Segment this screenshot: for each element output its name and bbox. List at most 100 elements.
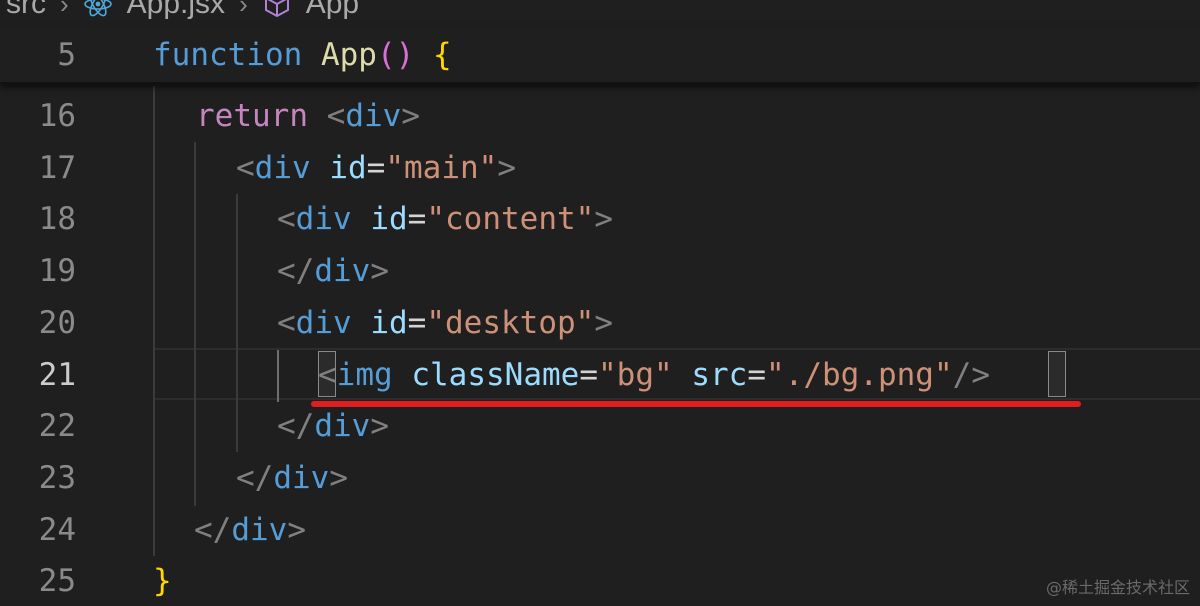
code-line[interactable]: 22 </div> [0,400,1200,452]
code-token: className [411,356,580,393]
code-token: < [277,201,296,238]
code-token: App [320,37,377,73]
code-token: = [747,356,766,393]
sticky-code-line[interactable]: function App() { [153,37,452,73]
code-text: </div> [277,253,389,289]
code-token: } [153,563,172,600]
cube-icon [262,0,292,19]
line-number: 23 [38,459,76,496]
code-token: < [318,356,337,393]
code-token: function [153,37,303,73]
code-line[interactable]: 18 <div id="content"> [0,193,1200,245]
react-icon [83,0,113,19]
code-token: id [370,201,408,238]
code-token: > [594,201,613,238]
code-token: div [295,201,352,238]
code-token: > [497,149,516,186]
code-token: "./bg.png" [766,356,953,393]
code-token: < [236,149,255,186]
code-token: > [287,511,306,548]
code-token: "content" [426,201,595,238]
code-token: div [273,459,330,496]
code-token: </ [236,459,274,496]
line-number: 19 [38,253,76,290]
code-line[interactable]: 19 </div> [0,245,1200,297]
code-token: </ [277,408,315,445]
code-token: id [370,304,408,341]
red-underline-annotation [311,401,1081,407]
breadcrumb-folder[interactable]: src [6,0,46,21]
code-token: id [329,149,367,186]
code-text: </div> [236,460,348,496]
code-token: </ [277,253,315,290]
code-token: div [314,253,371,290]
code-line[interactable]: 21 <img className="bg" src="./bg.png"/> [0,349,1200,401]
code-text: return <div> [196,98,420,134]
line-number: 22 [38,408,76,445]
code-token: > [594,304,613,341]
code-token: = [407,201,427,238]
breadcrumb-separator-icon: › [239,0,248,19]
line-number: 20 [38,304,76,341]
code-line[interactable]: 23 </div> [0,452,1200,504]
breadcrumb-separator-icon: › [60,0,69,19]
code-token: / [952,356,972,393]
code-token: "main" [385,149,498,186]
line-number: 17 [38,149,76,186]
code-token: > [370,253,389,290]
code-text: } [153,563,172,599]
code-token: < [277,304,296,341]
breadcrumb: src › App.jsx › App [0,0,1200,26]
code-token: = [407,304,427,341]
code-line[interactable]: 16 return <div> [0,90,1200,142]
breadcrumb-symbol[interactable]: App [306,0,359,21]
code-line[interactable]: 25} [0,555,1200,606]
sticky-scroll-header[interactable]: 5 function App() { [0,26,1200,84]
code-token: div [314,408,371,445]
code-token: > [971,356,990,393]
code-token: img [336,356,393,393]
code-text: <img className="bg" src="./bg.png"/> [318,357,990,393]
code-text: </div> [277,408,389,444]
line-number: 25 [38,563,76,600]
code-token: () [376,37,415,73]
code-token: return [196,98,308,134]
code-token: div [254,149,311,186]
code-token: = [366,149,386,186]
code-line[interactable]: 20 <div id="desktop"> [0,297,1200,349]
watermark: @稀土掘金技术社区 [1045,578,1190,597]
code-token: > [370,408,389,445]
line-number: 24 [38,511,76,548]
code-token: "desktop" [426,304,595,341]
breadcrumb-file[interactable]: App.jsx [127,0,225,21]
code-text: <div id="main"> [236,150,516,186]
code-token: > [401,98,420,134]
line-number: 21 [38,356,76,393]
code-text: <div id="content"> [277,201,613,237]
code-token: = [579,356,598,393]
code-text: </div> [194,512,306,548]
code-line[interactable]: 17 <div id="main"> [0,142,1200,194]
line-number: 18 [38,201,76,238]
code-line[interactable]: 24 </div> [0,504,1200,556]
code-token: > [329,459,348,496]
code-token: src [691,356,748,393]
line-number: 5 [57,37,76,73]
code-token: { [432,37,452,73]
code-token: </ [194,511,232,548]
code-token: div [231,511,288,548]
code-token: div [295,304,352,341]
code-token: div [345,98,402,134]
code-text: <div id="desktop"> [277,305,613,341]
code-token: "bg" [598,356,673,393]
line-number: 16 [38,98,76,134]
code-token: < [326,98,346,134]
